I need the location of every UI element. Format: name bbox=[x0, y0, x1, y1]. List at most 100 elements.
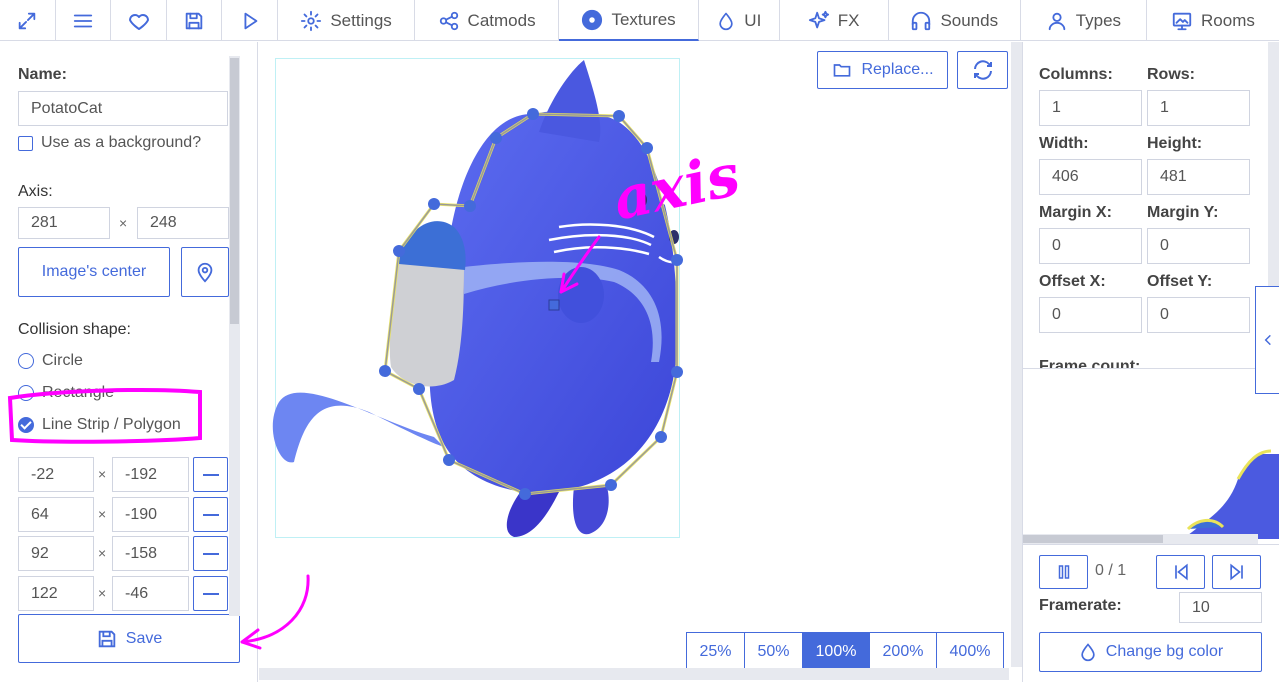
remove-point-button[interactable] bbox=[193, 497, 228, 532]
compass-icon bbox=[582, 9, 603, 30]
map-pin-icon bbox=[197, 262, 213, 283]
margin-x-input[interactable]: 0 bbox=[1039, 228, 1142, 264]
width-input[interactable]: 406 bbox=[1039, 159, 1142, 195]
tab-label: Rooms bbox=[1201, 10, 1255, 30]
point-separator: × bbox=[98, 545, 107, 561]
hamburger-icon bbox=[73, 14, 93, 27]
point-y-input[interactable]: -190 bbox=[112, 497, 189, 532]
point-y-input[interactable]: -192 bbox=[112, 457, 189, 492]
rows-input[interactable]: 1 bbox=[1147, 90, 1250, 126]
point-separator: × bbox=[98, 506, 107, 522]
expand-icon bbox=[19, 12, 36, 29]
texture-viewport[interactable]: axis Replace... 25% 50% 100% 200% 400% bbox=[259, 42, 1022, 682]
pause-button[interactable] bbox=[1039, 555, 1088, 589]
sparkle-icon bbox=[808, 10, 829, 28]
reload-button[interactable] bbox=[957, 51, 1008, 89]
zoom-400-button[interactable]: 400% bbox=[937, 633, 1003, 670]
tab-catmods[interactable]: Catmods bbox=[415, 0, 560, 41]
point-x-input[interactable]: 122 bbox=[18, 576, 94, 611]
save-button[interactable]: Save bbox=[18, 614, 240, 663]
menu-button[interactable] bbox=[56, 0, 112, 41]
favorite-button[interactable] bbox=[111, 0, 167, 41]
point-x-input[interactable]: 92 bbox=[18, 536, 94, 571]
axis-y-input[interactable]: 248 bbox=[137, 207, 229, 239]
background-checkbox[interactable]: Use as a background? bbox=[18, 134, 201, 152]
tab-label: Types bbox=[1075, 10, 1122, 30]
columns-input[interactable]: 1 bbox=[1039, 90, 1142, 126]
play-button[interactable] bbox=[222, 0, 279, 41]
tab-sounds[interactable]: Sounds bbox=[889, 0, 1021, 41]
replace-button[interactable]: Replace... bbox=[817, 51, 948, 89]
name-input[interactable]: PotatoCat bbox=[18, 91, 228, 126]
preview-hscroll-thumb[interactable] bbox=[1023, 535, 1163, 543]
tab-fx[interactable]: FX bbox=[780, 0, 889, 41]
texture-properties-panel: Name: PotatoCat Use as a background? Axi… bbox=[0, 42, 258, 682]
tab-rooms[interactable]: Rooms bbox=[1147, 0, 1279, 41]
zoom-100-button[interactable]: 100% bbox=[803, 633, 870, 670]
point-x-input[interactable]: 64 bbox=[18, 497, 94, 532]
pick-axis-button[interactable] bbox=[181, 247, 229, 297]
tab-label: Settings bbox=[330, 10, 392, 30]
offset-x-input[interactable]: 0 bbox=[1039, 297, 1142, 333]
gear-icon bbox=[301, 10, 322, 31]
point-separator: × bbox=[98, 585, 107, 601]
tab-label: Catmods bbox=[467, 10, 536, 30]
folder-icon bbox=[834, 64, 851, 77]
remove-point-button[interactable] bbox=[193, 457, 228, 492]
shape-circle-radio[interactable]: Circle bbox=[18, 352, 83, 370]
axis-label: Axis: bbox=[18, 183, 53, 200]
fullscreen-button[interactable] bbox=[0, 0, 56, 41]
width-label: Width: bbox=[1039, 135, 1089, 152]
tab-settings[interactable]: Settings bbox=[278, 0, 416, 41]
save-label: Save bbox=[125, 629, 163, 647]
point-y-input[interactable]: -158 bbox=[112, 536, 189, 571]
monitor-icon bbox=[1172, 12, 1192, 30]
frame-counter: 0 / 1 bbox=[1095, 562, 1127, 579]
point-separator: × bbox=[98, 466, 107, 482]
user-icon bbox=[1048, 12, 1065, 30]
viewport-hscroll[interactable] bbox=[259, 668, 1009, 680]
tab-label: Textures bbox=[611, 9, 676, 29]
previous-frame-button[interactable] bbox=[1156, 555, 1205, 589]
offset-y-input[interactable]: 0 bbox=[1147, 297, 1250, 333]
left-scrollbar-thumb[interactable] bbox=[230, 58, 239, 324]
sprite-sheet-panel: Columns: Rows: 1 1 Width: Height: 406 48… bbox=[1022, 42, 1279, 682]
point-x-input[interactable]: -22 bbox=[18, 457, 94, 492]
next-frame-button[interactable] bbox=[1212, 555, 1261, 589]
top-toolbar: Settings Catmods Textures UI FX Sounds T… bbox=[0, 0, 1279, 41]
viewport-vscroll[interactable] bbox=[1011, 42, 1022, 667]
tab-textures[interactable]: Textures bbox=[559, 0, 700, 41]
axis-x-input[interactable]: 281 bbox=[18, 207, 110, 239]
height-label: Height: bbox=[1147, 135, 1203, 152]
skip-forward-icon bbox=[1229, 563, 1243, 581]
remove-point-button[interactable] bbox=[193, 576, 228, 611]
point-y-input[interactable]: -46 bbox=[112, 576, 189, 611]
bg-color-label: Change bg color bbox=[1105, 643, 1224, 660]
remove-point-button[interactable] bbox=[193, 536, 228, 571]
radio-circle bbox=[18, 353, 34, 369]
tab-ui[interactable]: UI bbox=[699, 0, 780, 41]
replace-label: Replace... bbox=[861, 61, 934, 78]
offset-x-label: Offset X: bbox=[1039, 273, 1106, 290]
headphones-icon bbox=[912, 11, 931, 30]
cat-sprite bbox=[272, 60, 686, 537]
collapse-panel-button[interactable] bbox=[1255, 286, 1279, 394]
zoom-25-button[interactable]: 25% bbox=[687, 633, 745, 670]
framerate-input[interactable]: 10 bbox=[1179, 592, 1262, 623]
tab-label: FX bbox=[837, 10, 860, 30]
height-input[interactable]: 481 bbox=[1147, 159, 1250, 195]
tab-types[interactable]: Types bbox=[1021, 0, 1147, 41]
floppy-icon bbox=[98, 630, 116, 647]
margin-y-input[interactable]: 0 bbox=[1147, 228, 1250, 264]
image-center-button[interactable]: Image's center bbox=[18, 247, 170, 297]
shape-label: Circle bbox=[42, 352, 83, 369]
pause-icon bbox=[1058, 565, 1069, 579]
rows-label: Rows: bbox=[1147, 66, 1195, 83]
margin-x-label: Margin X: bbox=[1039, 204, 1112, 221]
zoom-50-button[interactable]: 50% bbox=[745, 633, 803, 670]
floppy-icon bbox=[185, 12, 203, 29]
zoom-selector: 25% 50% 100% 200% 400% bbox=[686, 632, 1004, 671]
save-project-button[interactable] bbox=[167, 0, 223, 41]
zoom-200-button[interactable]: 200% bbox=[870, 633, 937, 670]
change-bg-color-button[interactable]: Change bg color bbox=[1039, 632, 1262, 672]
